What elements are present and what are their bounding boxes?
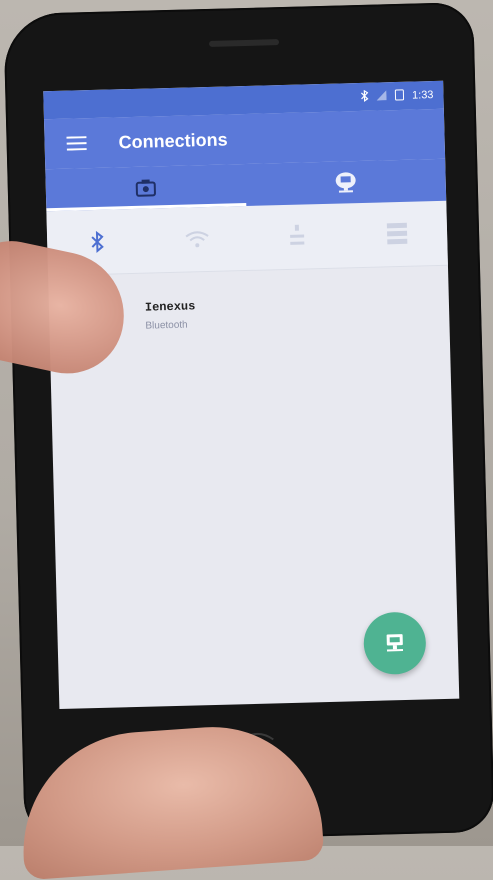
menu-button[interactable] xyxy=(56,123,97,164)
tab-network[interactable] xyxy=(245,159,446,206)
earpiece-speaker xyxy=(208,39,280,47)
connection-type-usb[interactable] xyxy=(277,216,318,257)
status-time: 1:33 xyxy=(411,89,434,102)
usb-icon xyxy=(290,224,305,245)
page-title: Connections xyxy=(118,128,228,152)
network-icon xyxy=(335,172,356,193)
wifi-icon xyxy=(185,231,209,248)
connection-type-wifi[interactable] xyxy=(177,219,218,260)
menu-icon xyxy=(66,136,87,151)
connection-type-selector xyxy=(46,200,448,277)
connection-type-server[interactable] xyxy=(377,214,418,255)
server-icon xyxy=(386,222,408,245)
tab-devices[interactable] xyxy=(45,164,246,211)
device-name: Ienexus xyxy=(144,299,196,315)
list-item[interactable]: Ienexus Bluetooth xyxy=(145,299,196,331)
connect-fab-button[interactable] xyxy=(363,611,427,676)
bluetooth-status-icon xyxy=(360,89,369,104)
bluetooth-icon xyxy=(91,230,104,254)
signal-icon xyxy=(376,89,387,103)
phone-frame: 1:33 Connections Ienexus Bluetooth xyxy=(3,1,493,845)
app-screen: 1:33 Connections Ienexus Bluetooth xyxy=(43,80,460,710)
device-icon xyxy=(135,179,156,197)
network-icon xyxy=(386,634,404,652)
device-type: Bluetooth xyxy=(145,319,188,332)
battery-icon xyxy=(394,88,404,103)
